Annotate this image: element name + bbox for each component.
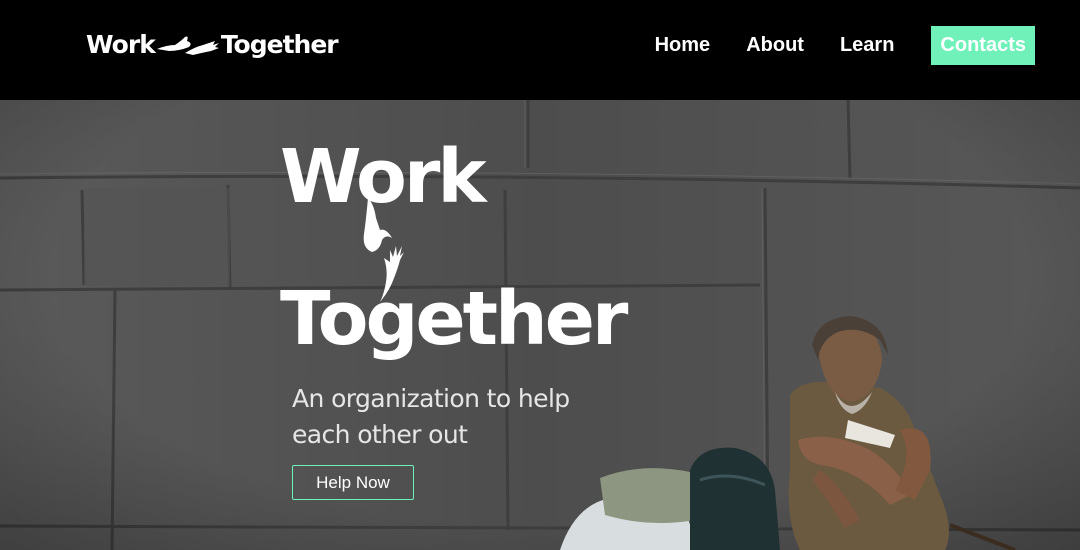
help-now-button[interactable]: Help Now	[292, 465, 414, 500]
nav-about[interactable]: About	[746, 34, 804, 57]
nav-contacts-button[interactable]: Contacts	[931, 26, 1035, 65]
brand-name-part1: Work	[86, 29, 156, 59]
nav-home[interactable]: Home	[655, 34, 711, 57]
reaching-hands-logo-icon	[156, 36, 219, 55]
hero-tagline: An organization to help each other out	[292, 384, 570, 449]
hands-reaching-icon	[363, 198, 404, 302]
hero-title-line2: Together	[280, 276, 628, 362]
brand-name-part2: Together	[220, 29, 339, 59]
nav-menu: Home About Learn Contacts	[619, 26, 1035, 65]
nav-learn[interactable]: Learn	[840, 34, 894, 57]
navbar: Work Together Home About Learn Contacts	[0, 0, 1080, 100]
brand-logo[interactable]: Work Together	[86, 26, 339, 62]
